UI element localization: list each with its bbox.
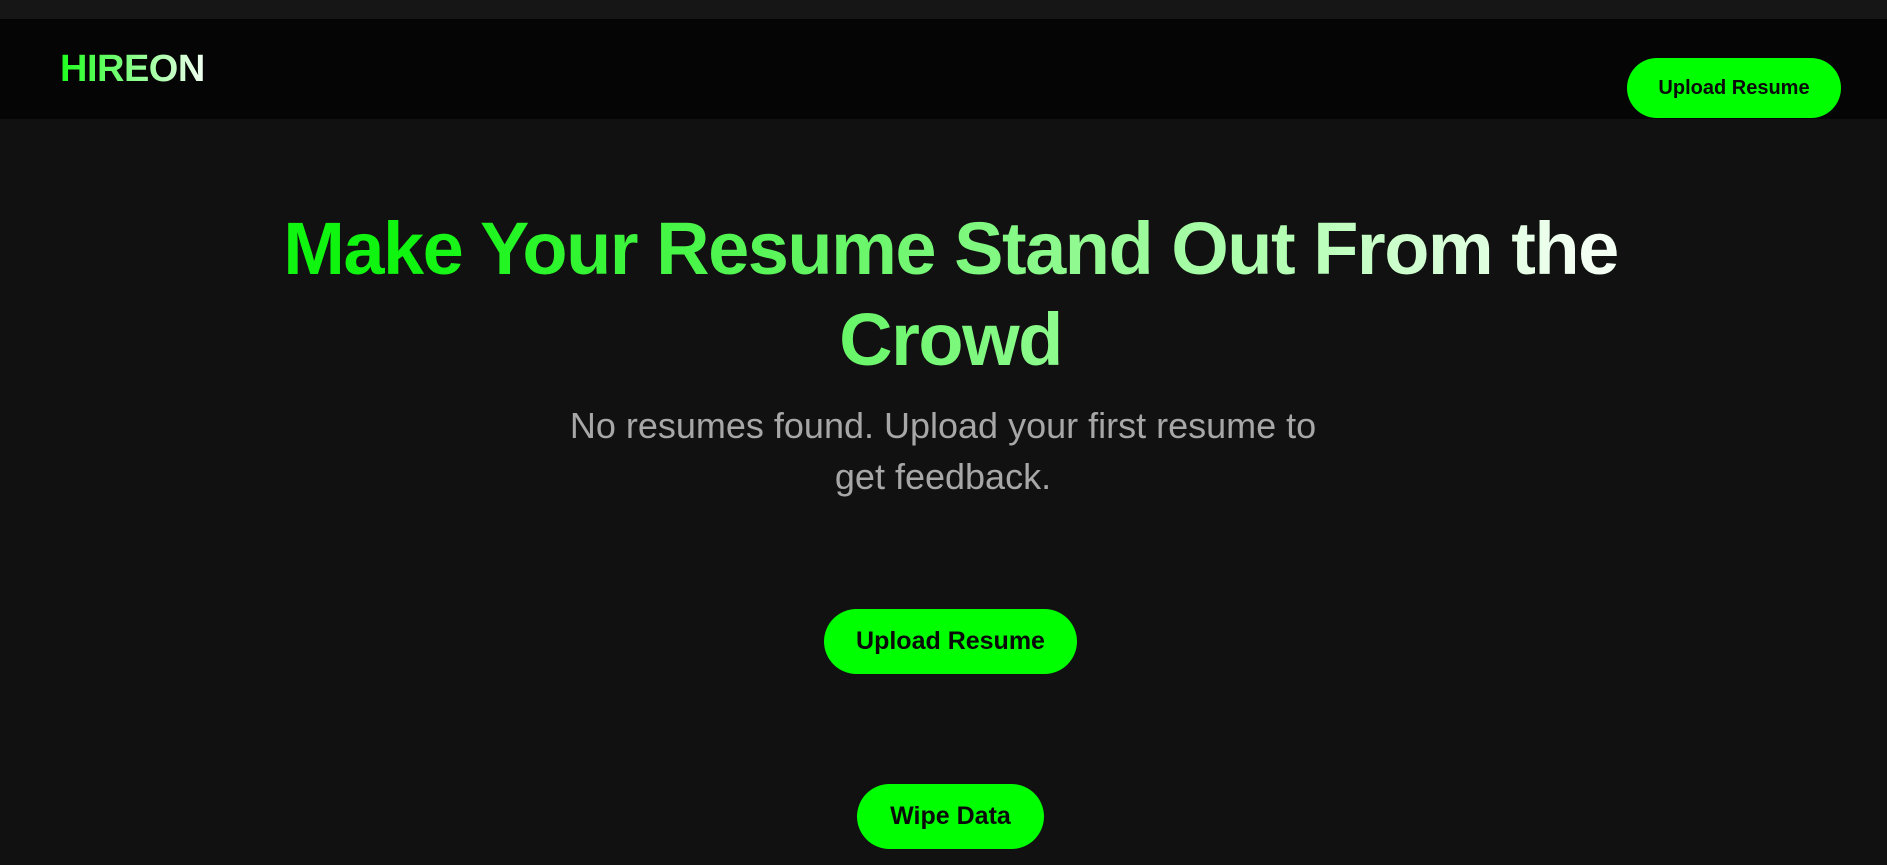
wipe-data-button[interactable]: Wipe Data [857, 784, 1044, 849]
hero-title: Make Your Resume Stand Out From the Crow… [243, 203, 1658, 385]
navbar: HIREON Upload Resume [0, 19, 1887, 119]
hero-subtitle: No resumes found. Upload your first resu… [569, 405, 1317, 497]
browser-top-strip [0, 0, 1887, 19]
upload-resume-button[interactable]: Upload Resume [824, 609, 1077, 674]
brand-logo[interactable]: HIREON [60, 50, 205, 88]
nav-upload-resume-button[interactable]: Upload Resume [1627, 58, 1841, 118]
